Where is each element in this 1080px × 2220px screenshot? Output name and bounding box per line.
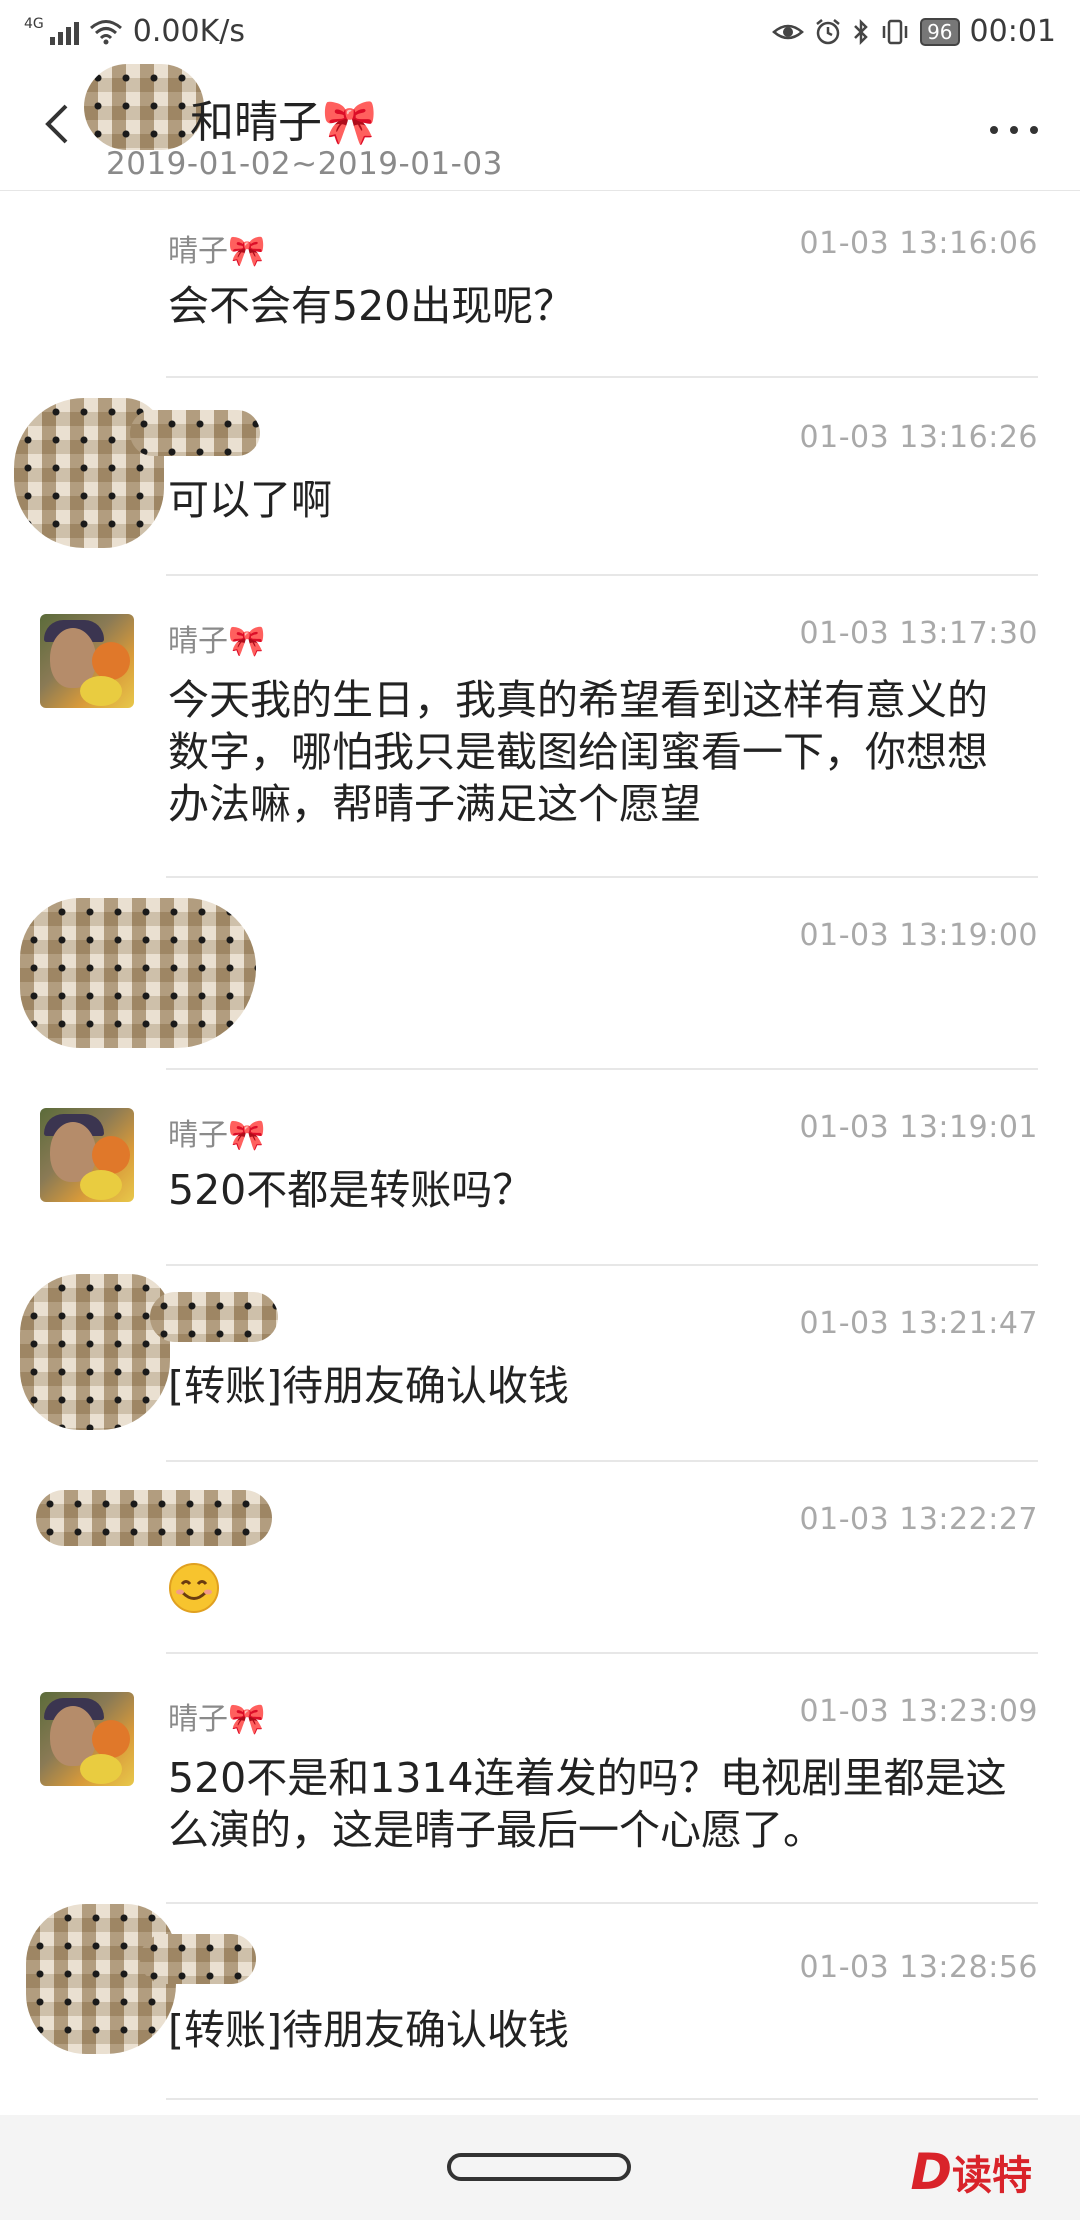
watermark-logo: D读特 — [910, 2143, 1032, 2201]
redacted-sender — [20, 898, 256, 1048]
sender-name: 晴子🎀 — [168, 624, 266, 659]
navigation-bar: D读特 — [0, 2115, 1080, 2220]
sender-name: 晴子🎀 — [168, 1118, 266, 1153]
message-time: 01-03 13:22:27 — [799, 1502, 1038, 1537]
avatar[interactable] — [40, 614, 134, 708]
message-text: 今天我的生日，我真的希望看到这样有意义的数字，哪怕我只是截图给闺蜜看一下，你想想… — [168, 676, 988, 828]
message-text: 可以了啊 — [168, 476, 332, 524]
sender-name: 晴子🎀 — [168, 1702, 266, 1737]
message-time: 01-03 13:28:56 — [799, 1950, 1038, 1985]
network-speed: 0.00K/s — [132, 14, 245, 49]
more-options-icon[interactable] — [984, 120, 1044, 140]
message-item[interactable]: 晴子🎀 01-03 13:19:01 520不都是转账吗？ — [0, 1070, 1080, 1266]
message-time: 01-03 13:19:00 — [799, 918, 1038, 953]
back-arrow-icon[interactable] — [30, 94, 90, 154]
message-item[interactable]: 晴子🎀 01-03 13:23:09 520不是和1314连着发的吗？电视剧里都… — [0, 1654, 1080, 1904]
message-text: 520不都是转账吗？ — [168, 1166, 534, 1214]
redacted-sender-name — [36, 1490, 272, 1546]
chat-header: 和晴子🎀 2019-01-02~2019-01-03 — [0, 64, 1080, 191]
avatar[interactable] — [40, 1692, 134, 1786]
chat-title: 和晴子🎀 — [190, 97, 377, 148]
redacted-sender-name — [150, 1292, 278, 1342]
redacted-avatar — [20, 1274, 170, 1430]
message-item[interactable]: 01-03 13:28:56 [转账]待朋友确认收钱 — [0, 1904, 1080, 2100]
signal-icon — [49, 19, 79, 45]
avatar[interactable] — [40, 1108, 134, 1202]
home-gesture-bar[interactable] — [447, 2153, 631, 2181]
message-time: 01-03 13:19:01 — [799, 1110, 1038, 1145]
redacted-sender-name — [140, 1934, 256, 1984]
message-item[interactable]: 01-03 13:19:00 — [0, 878, 1080, 1070]
wifi-icon — [89, 19, 122, 44]
redacted-contact-name — [84, 64, 204, 150]
message-text: 520不是和1314连着发的吗？电视剧里都是这么演的，这是晴子最后一个心愿了。 — [168, 1754, 1007, 1854]
message-item[interactable]: 01-03 13:16:26 可以了啊 — [0, 380, 1080, 576]
redacted-sender-name — [130, 410, 260, 456]
message-time: 01-03 13:17:30 — [799, 616, 1038, 651]
message-text: [转账]待朋友确认收钱 — [168, 1362, 569, 1410]
status-bar: 4G 0.00K/s 96 00:01 — [0, 0, 1080, 64]
eye-icon — [772, 24, 804, 39]
message-time: 01-03 13:21:47 — [799, 1306, 1038, 1341]
divider — [166, 2098, 1038, 2100]
network-type: 4G — [24, 15, 44, 32]
smiley-emoji-icon — [169, 1563, 219, 1613]
sender-name: 晴子🎀 — [168, 234, 266, 269]
message-time: 01-03 13:16:26 — [799, 420, 1038, 455]
vibrate-icon — [882, 19, 908, 44]
message-time: 01-03 13:23:09 — [799, 1694, 1038, 1729]
message-item[interactable]: 01-03 13:22:27 — [0, 1462, 1080, 1654]
alarm-icon — [816, 18, 840, 44]
divider — [166, 376, 1038, 378]
clock: 00:01 — [969, 14, 1056, 49]
message-item[interactable]: 晴子🎀 01-03 13:17:30 今天我的生日，我真的希望看到这样有意义的数… — [0, 576, 1080, 878]
bluetooth-icon — [854, 18, 868, 45]
message-item[interactable]: 晴子🎀 01-03 13:16:06 会不会有520出现呢？ — [0, 190, 1080, 380]
chat-date-range: 2019-01-02~2019-01-03 — [106, 146, 503, 182]
message-text: 会不会有520出现呢？ — [168, 282, 575, 330]
message-time: 01-03 13:16:06 — [799, 226, 1038, 261]
message-text: [转账]待朋友确认收钱 — [168, 2006, 569, 2054]
message-item[interactable]: 01-03 13:21:47 [转账]待朋友确认收钱 — [0, 1266, 1080, 1462]
battery-indicator: 96 — [920, 17, 960, 46]
